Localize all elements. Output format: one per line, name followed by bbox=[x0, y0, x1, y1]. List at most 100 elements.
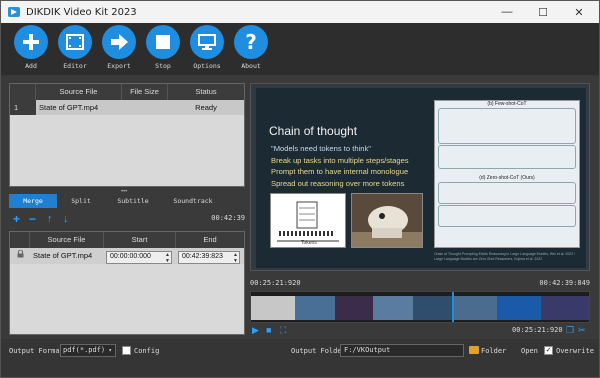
app-logo-icon bbox=[8, 7, 20, 17]
editor-button[interactable]: Editor bbox=[53, 25, 97, 70]
stop-button[interactable]: Stop bbox=[141, 25, 185, 70]
seg-col-source: Source File bbox=[30, 232, 104, 248]
close-button[interactable]: ✕ bbox=[561, 1, 597, 23]
about-label: About bbox=[241, 62, 261, 70]
copy-icon[interactable]: ❐ bbox=[566, 324, 574, 336]
start-time-value: 00:00:00:000 bbox=[110, 253, 151, 260]
thumbnail-frame bbox=[251, 296, 295, 320]
bullet-item: "Models need tokens to think" bbox=[271, 144, 371, 153]
row-file-size bbox=[122, 100, 168, 115]
stop-icon[interactable]: ■ bbox=[266, 324, 271, 336]
chevron-down-icon: ▾ bbox=[108, 347, 112, 354]
remove-segment-icon[interactable]: − bbox=[29, 212, 36, 226]
paper-box bbox=[438, 108, 576, 144]
file-table-header: Source File File Size Status bbox=[10, 84, 244, 100]
thumbnail-frame bbox=[541, 296, 589, 320]
video-preview[interactable]: Chain of thought "Models need tokens to … bbox=[250, 83, 590, 271]
playhead[interactable] bbox=[452, 292, 454, 322]
options-label: Options bbox=[193, 62, 221, 70]
start-time-stepper[interactable]: 00:00:00:000 ▲ ▼ bbox=[106, 250, 172, 264]
token-diagram-image: Tokens bbox=[270, 193, 346, 248]
timeline-track[interactable] bbox=[250, 291, 590, 323]
col-file-size[interactable]: File Size bbox=[122, 84, 168, 100]
tab-merge[interactable]: Merge bbox=[9, 194, 57, 208]
segment-duration: 00:42:39 bbox=[211, 214, 245, 222]
seg-col-start: Start bbox=[104, 232, 176, 248]
slide-bullets: "Models need tokens to think" Break up t… bbox=[271, 143, 409, 189]
add-label: Add bbox=[25, 62, 37, 70]
slide-caption: Chain of Thought Prompting Elicits Reaso… bbox=[434, 252, 576, 261]
paper-title-b: (d) Zero-shot-CoT (Ours) bbox=[479, 175, 535, 181]
thumbnail-frame bbox=[413, 296, 453, 320]
segment-toolbar: + − ↑ ↓ 00:42:39 bbox=[13, 212, 245, 226]
tab-soundtrack[interactable]: Soundtrack bbox=[161, 194, 225, 208]
film-icon bbox=[58, 25, 92, 59]
row-status: Ready bbox=[195, 103, 217, 112]
playback-controls: ▶ ■ ⛶ 00:25:21:920 ❐ ✂ bbox=[250, 323, 590, 337]
add-button[interactable]: Add bbox=[9, 25, 53, 70]
output-format-select[interactable]: pdf(*.pdf) ▾ bbox=[60, 344, 116, 357]
arrow-right-icon bbox=[102, 25, 136, 59]
overwrite-label: Overwrite bbox=[556, 347, 594, 355]
scissors-icon[interactable]: ✂ bbox=[578, 324, 586, 336]
seg-source: State of GPT.mp4 bbox=[33, 251, 93, 260]
thumbnail-frame bbox=[373, 296, 413, 320]
paper-box bbox=[438, 182, 576, 204]
about-button[interactable]: ? About bbox=[229, 25, 273, 70]
paper-box bbox=[438, 205, 576, 227]
row-source-file: State of GPT.mp4 bbox=[39, 103, 99, 112]
thumbnail-frame bbox=[497, 296, 541, 320]
end-time-value: 00:42:39:823 bbox=[182, 253, 223, 260]
col-status[interactable]: Status bbox=[168, 84, 244, 100]
stop-label: Stop bbox=[155, 62, 171, 70]
seg-col-lock bbox=[10, 232, 30, 248]
lock-icon[interactable] bbox=[10, 248, 30, 264]
maximize-button[interactable]: ☐ bbox=[525, 1, 561, 23]
paper-excerpt: (b) Few-shot-CoT (d) Zero-shot-CoT (Ours… bbox=[434, 100, 580, 248]
fit-icon[interactable]: ⛶ bbox=[280, 324, 286, 336]
open-button[interactable]: Open bbox=[521, 347, 538, 355]
minimize-button[interactable]: — bbox=[489, 1, 525, 23]
export-label: Export bbox=[107, 62, 131, 70]
config-label: Config bbox=[134, 347, 160, 355]
output-format-label: Output Format bbox=[9, 347, 64, 355]
monitor-icon bbox=[190, 25, 224, 59]
add-segment-icon[interactable]: + bbox=[13, 212, 20, 226]
segment-table-header: Source File Start End bbox=[10, 232, 244, 248]
config-checkbox[interactable] bbox=[122, 346, 131, 355]
folder-button[interactable]: Folder bbox=[481, 347, 506, 355]
seg-col-end: End bbox=[203, 235, 217, 244]
end-time-stepper[interactable]: 00:42:39:823 ▲ ▼ bbox=[178, 250, 240, 264]
thumbnail-frame bbox=[295, 296, 335, 320]
output-folder-label: Output Folder bbox=[291, 347, 346, 355]
overwrite-checkbox[interactable]: ✓ bbox=[544, 346, 553, 355]
bullet-item: Break up tasks into multiple steps/stage… bbox=[271, 155, 409, 165]
output-folder-value: F:/VKOutput bbox=[344, 346, 391, 354]
paper-box bbox=[438, 145, 576, 169]
bullet-item: Prompt them to have internal monologue bbox=[271, 167, 409, 176]
folder-icon[interactable] bbox=[469, 346, 479, 354]
paper-title-a: (b) Few-shot-CoT bbox=[487, 101, 527, 107]
title-bar: DIKDIK Video Kit 2023 — ☐ ✕ bbox=[1, 1, 599, 23]
options-button[interactable]: Options bbox=[185, 25, 229, 70]
output-folder-field[interactable]: F:/VKOutput bbox=[340, 344, 464, 357]
thumbnail-strip bbox=[251, 296, 589, 320]
table-row[interactable]: 1 State of GPT.mp4 Ready bbox=[10, 100, 244, 115]
bullet-item: Spread out reasoning over more tokens bbox=[271, 178, 405, 188]
row-index: 1 bbox=[10, 100, 36, 115]
col-index bbox=[10, 84, 36, 100]
tab-subtitle[interactable]: Subtitle bbox=[105, 194, 161, 208]
file-list-table: Source File File Size Status 1 State of … bbox=[9, 83, 245, 187]
col-source-file[interactable]: Source File bbox=[36, 84, 122, 100]
export-button[interactable]: Export bbox=[97, 25, 141, 70]
move-down-icon[interactable]: ↓ bbox=[63, 212, 69, 226]
move-up-icon[interactable]: ↑ bbox=[47, 212, 53, 226]
stepper-arrows-icon[interactable]: ▲ ▼ bbox=[233, 252, 238, 264]
tab-split[interactable]: Split bbox=[57, 194, 105, 208]
table-row[interactable]: State of GPT.mp4 00:00:00:000 ▲ ▼ 00:42:3… bbox=[10, 248, 244, 264]
play-icon[interactable]: ▶ bbox=[252, 324, 259, 336]
stepper-arrows-icon[interactable]: ▲ ▼ bbox=[165, 252, 170, 264]
slide-title: Chain of thought bbox=[269, 124, 358, 138]
thumbnail-frame bbox=[453, 296, 497, 320]
robot-photo-image bbox=[351, 193, 423, 248]
